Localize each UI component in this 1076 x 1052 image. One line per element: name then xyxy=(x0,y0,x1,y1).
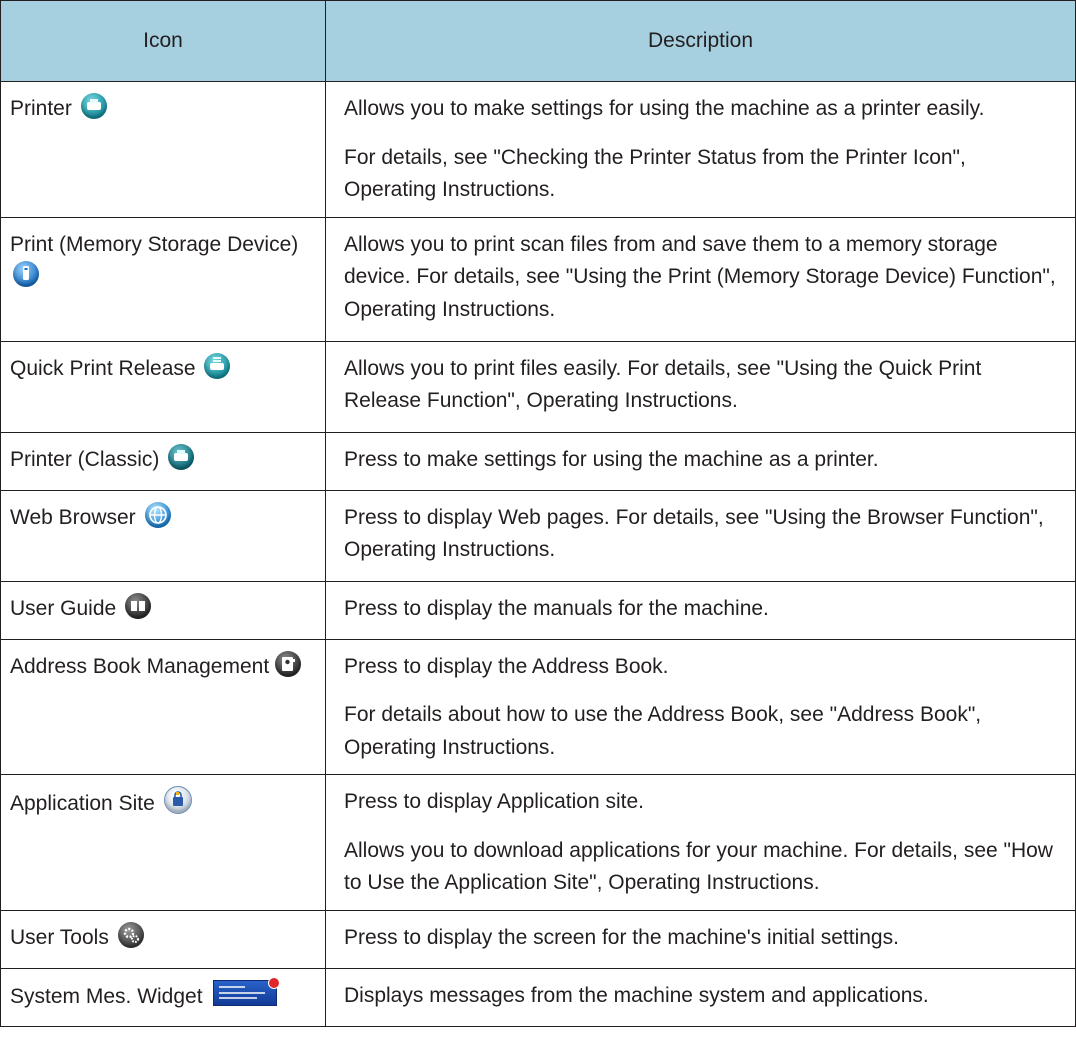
row-description-cell: Allows you to print files easily. For de… xyxy=(325,340,1076,433)
row-name-cell: Application Site xyxy=(0,774,326,911)
row-name: Application Site xyxy=(10,792,155,816)
row-name-cell: System Mes. Widget xyxy=(0,967,326,1027)
row-description-cell: Allows you to print scan files from and … xyxy=(325,216,1076,342)
address-book-icon xyxy=(275,650,301,677)
row-name: Quick Print Release xyxy=(10,356,196,380)
description-text: Press to display the screen for the mach… xyxy=(344,925,899,949)
row-name-cell: Quick Print Release xyxy=(0,340,326,433)
row-name: Printer (Classic) xyxy=(10,447,160,471)
row-description-cell: Press to display the manuals for the mac… xyxy=(325,580,1076,640)
table-row: Quick Print Release Allows you to print … xyxy=(0,340,1076,433)
row-name-cell: Printer (Classic) xyxy=(0,431,326,491)
table-row: Application Site Press to display Applic… xyxy=(0,774,1076,911)
description-text: Press to display Web pages. For details,… xyxy=(344,505,1044,562)
table-row: Address Book Management Press to display… xyxy=(0,638,1076,776)
row-name-cell: User Guide xyxy=(0,580,326,640)
table-row: System Mes. Widget Displays messages fro… xyxy=(0,967,1076,1027)
table-row: Printer Allows you to make settings for … xyxy=(0,81,1076,218)
row-description-cell: Displays messages from the machine syste… xyxy=(325,967,1076,1027)
row-description-cell: Press to display Web pages. For details,… xyxy=(325,489,1076,582)
application-site-icon xyxy=(163,786,192,815)
row-description-cell: Press to make settings for using the mac… xyxy=(325,431,1076,491)
row-name: User Guide xyxy=(10,596,117,620)
row-name-cell: Print (Memory Storage Device) xyxy=(0,216,326,342)
printer-icon xyxy=(80,93,107,119)
system-message-widget-icon xyxy=(213,976,281,1006)
row-name: User Tools xyxy=(10,925,109,949)
table-row: User Guide Press to display the manuals … xyxy=(0,580,1076,640)
row-description-cell: Press to display Application site. Allow… xyxy=(325,774,1076,911)
row-name-cell: Web Browser xyxy=(0,489,326,582)
globe-icon xyxy=(144,501,171,528)
row-name: Web Browser xyxy=(10,505,136,529)
printer-classic-icon xyxy=(168,443,195,470)
table-row: User Tools Press to display the screen f… xyxy=(0,909,1076,969)
row-name: Print (Memory Storage Device) xyxy=(10,232,299,256)
description-text: Allows you to print scan files from and … xyxy=(344,232,1056,321)
icon-description-table: Icon Description Printer Allows you to m… xyxy=(0,0,1076,1027)
memory-storage-icon xyxy=(13,261,39,288)
description-text: For details, see "Checking the Printer S… xyxy=(344,145,966,202)
description-text: Press to display the manuals for the mac… xyxy=(344,596,769,620)
description-text: Allows you to download applications for … xyxy=(344,838,1053,895)
row-description-cell: Press to display the screen for the mach… xyxy=(325,909,1076,969)
row-name: System Mes. Widget xyxy=(10,984,203,1008)
quick-print-release-icon xyxy=(204,352,231,379)
description-text: Press to display Application site. xyxy=(344,790,644,814)
row-name-cell: Address Book Management xyxy=(0,638,326,776)
header-icon: Icon xyxy=(0,0,326,82)
description-text: Press to display the Address Book. xyxy=(344,654,669,678)
row-description-cell: Allows you to make settings for using th… xyxy=(325,81,1076,218)
header-description: Description xyxy=(325,0,1076,82)
table-row: Web Browser Press to display Web pages. … xyxy=(0,489,1076,582)
description-text: Allows you to print files easily. For de… xyxy=(344,356,982,413)
row-name: Address Book Management xyxy=(10,654,270,678)
row-name: Printer xyxy=(10,97,72,120)
table-header-row: Icon Description xyxy=(0,0,1076,82)
book-icon xyxy=(125,592,152,619)
row-name-cell: User Tools xyxy=(0,909,326,969)
description-text: Press to make settings for using the mac… xyxy=(344,447,879,471)
row-name-cell: Printer xyxy=(0,81,326,218)
gear-icon xyxy=(117,921,144,948)
description-text: For details about how to use the Address… xyxy=(344,703,982,759)
row-description-cell: Press to display the Address Book. For d… xyxy=(325,638,1076,776)
description-text: Allows you to make settings for using th… xyxy=(344,97,985,120)
description-text: Displays messages from the machine syste… xyxy=(344,983,929,1007)
table-row: Print (Memory Storage Device) Allows you… xyxy=(0,216,1076,342)
table-row: Printer (Classic) Press to make settings… xyxy=(0,431,1076,491)
